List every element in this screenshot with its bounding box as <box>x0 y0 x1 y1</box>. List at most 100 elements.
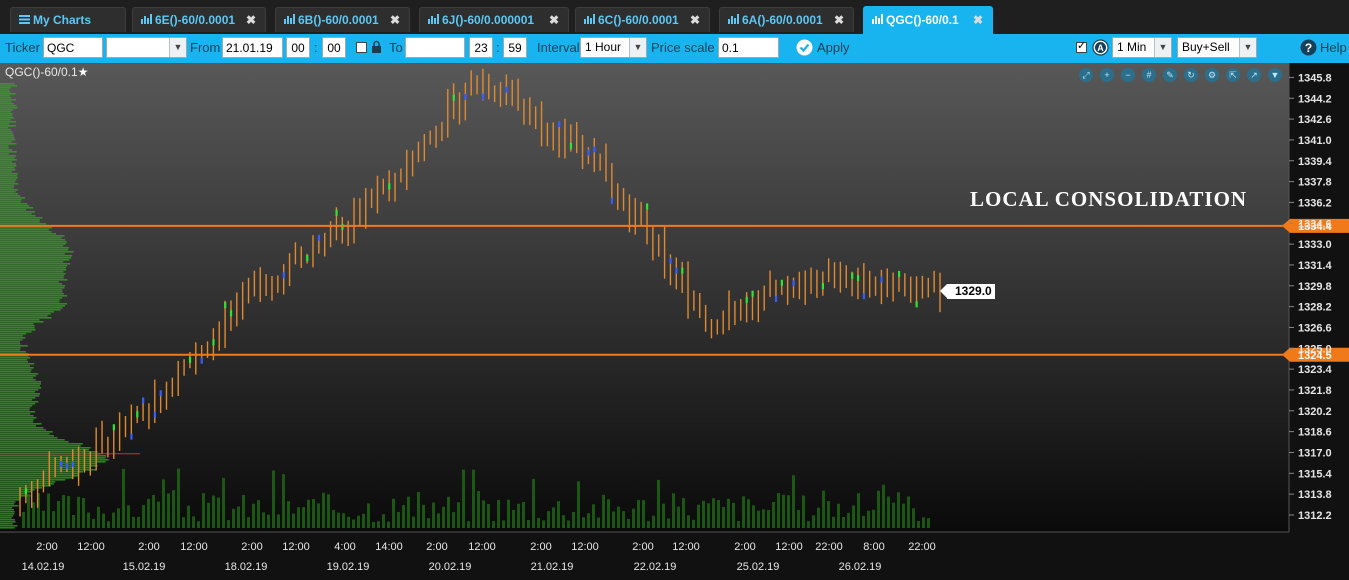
volume-bar <box>47 493 50 528</box>
profile-bar <box>0 99 17 101</box>
interval-select[interactable]: 1 Hour ▼ <box>580 37 647 58</box>
help-label: Help <box>1320 40 1347 55</box>
profile-bar <box>0 221 40 223</box>
profile-bar <box>0 287 65 289</box>
volume-bar <box>457 502 460 528</box>
ticker-select[interactable]: ▼ <box>106 37 187 58</box>
grid-icon[interactable]: # <box>1142 68 1156 82</box>
profile-bar <box>0 153 9 155</box>
profile-bar <box>0 473 79 475</box>
volume-bar <box>392 498 395 528</box>
profile-bar <box>0 215 36 217</box>
zoom-fit-icon[interactable]: ⤢ <box>1079 68 1093 82</box>
auto-scale-icon[interactable]: A <box>1092 39 1109 56</box>
price-chart[interactable]: 1334.41324.5 1345.81344.21342.61341.0133… <box>0 63 1349 580</box>
cluster-mark <box>153 411 156 418</box>
volume-bar <box>237 506 240 528</box>
tab-6a-60-0-0001[interactable]: 6A()-60/0.0001 ✖ <box>719 7 854 32</box>
tab-qgc-60-0-1[interactable]: QGC()-60/0.1 ✖ <box>863 6 993 34</box>
zoom-out-icon[interactable]: − <box>1121 68 1135 82</box>
price-tick-label: 1342.6 <box>1298 114 1332 126</box>
profile-bar <box>0 469 96 471</box>
tab-6c-60-0-0001[interactable]: 6C()-60/0.0001 ✖ <box>575 7 710 32</box>
cluster-mark <box>851 272 854 279</box>
volume-bar <box>537 517 540 528</box>
lock-checkbox[interactable] <box>356 42 367 53</box>
time-tick-label: 12:00 <box>775 541 803 553</box>
profile-bar <box>0 515 14 517</box>
to-date-input[interactable] <box>405 37 465 58</box>
chart-icon <box>584 8 595 33</box>
cluster-mark <box>897 270 901 277</box>
close-icon[interactable]: ✖ <box>834 8 844 33</box>
close-icon[interactable]: ✖ <box>690 8 700 33</box>
profile-bar <box>0 171 12 173</box>
price-scale-input[interactable] <box>718 37 779 58</box>
tab-my-charts[interactable]: My Charts <box>10 7 126 32</box>
profile-bar <box>0 351 26 353</box>
tab-6j-60-0-000001[interactable]: 6J()-60/0.000001 ✖ <box>419 7 569 32</box>
tab-6e-60-0-0001[interactable]: 6E()-60/0.0001 ✖ <box>132 7 266 32</box>
volume-bar <box>312 498 315 528</box>
current-price-label: 1329.0 <box>940 284 995 299</box>
tab-6b-60-0-0001[interactable]: 6B()-60/0.0001 ✖ <box>275 7 410 32</box>
profile-bar <box>0 499 20 501</box>
zoom-in-icon[interactable]: + <box>1100 68 1114 82</box>
from-date-input[interactable] <box>222 37 283 58</box>
close-icon[interactable]: ✖ <box>390 8 400 33</box>
close-icon[interactable]: ✖ <box>973 7 983 33</box>
profile-bar <box>0 467 91 469</box>
profile-bar <box>0 429 46 431</box>
volume-bar <box>97 506 100 528</box>
volume-bar <box>687 515 690 528</box>
export-icon[interactable]: ⇱ <box>1226 68 1240 82</box>
pencil-icon[interactable]: ✎ <box>1163 68 1177 82</box>
settings-icon[interactable]: ⚙ <box>1205 68 1219 82</box>
refresh-icon[interactable]: ↻ <box>1184 68 1198 82</box>
volume-bar <box>302 507 305 528</box>
volume-bar <box>452 512 455 528</box>
to-hour-input[interactable] <box>469 37 493 58</box>
favorite-star-icon[interactable]: ★ <box>78 65 89 79</box>
from-hour-input[interactable] <box>286 37 310 58</box>
volume-bar <box>417 492 420 528</box>
cluster-mark <box>136 411 139 418</box>
volume-bar <box>662 503 665 528</box>
ticker-input[interactable] <box>43 37 103 58</box>
volume-bar <box>117 508 120 528</box>
chart-panel[interactable]: 1334.4 1324.5 1345.8 1344.2 1342.6 1341.0 133… <box>0 63 1349 580</box>
volume-bar <box>327 494 330 528</box>
profile-bar <box>0 309 61 311</box>
date-tick-label: 22.02.19 <box>634 561 677 573</box>
volume-bar <box>122 468 125 528</box>
profile-bar <box>0 483 54 485</box>
share-icon[interactable]: ↗ <box>1247 68 1261 82</box>
volume-bar <box>82 497 85 528</box>
to-time-separator: : <box>496 40 500 55</box>
volume-bar <box>547 511 550 528</box>
volume-bar <box>812 515 815 528</box>
to-minute-input[interactable] <box>503 37 527 58</box>
volume-bar <box>427 518 430 528</box>
volume-bar <box>142 504 145 528</box>
close-icon[interactable]: ✖ <box>549 8 559 33</box>
volume-bar <box>247 517 250 528</box>
volume-bar <box>127 505 130 528</box>
dropdown-icon[interactable]: ▼ <box>1268 68 1282 82</box>
profile-bar <box>0 173 18 175</box>
profile-bar <box>0 95 10 97</box>
auto-checkbox[interactable] <box>1076 39 1087 53</box>
volume-bar <box>447 496 450 528</box>
profile-bar <box>0 169 16 171</box>
profile-bar <box>0 341 20 343</box>
profile-bar <box>0 399 33 401</box>
close-icon[interactable]: ✖ <box>246 8 256 33</box>
cluster-mark <box>282 272 285 279</box>
profile-bar <box>0 141 12 143</box>
side-select[interactable]: Buy+Sell ▼ <box>1177 37 1257 58</box>
profile-bar <box>0 387 42 389</box>
time-tick-label: 2:00 <box>138 541 159 553</box>
from-minute-input[interactable] <box>322 37 346 58</box>
period-select[interactable]: 1 Min ▼ <box>1112 37 1172 58</box>
volume-bar <box>657 479 660 528</box>
